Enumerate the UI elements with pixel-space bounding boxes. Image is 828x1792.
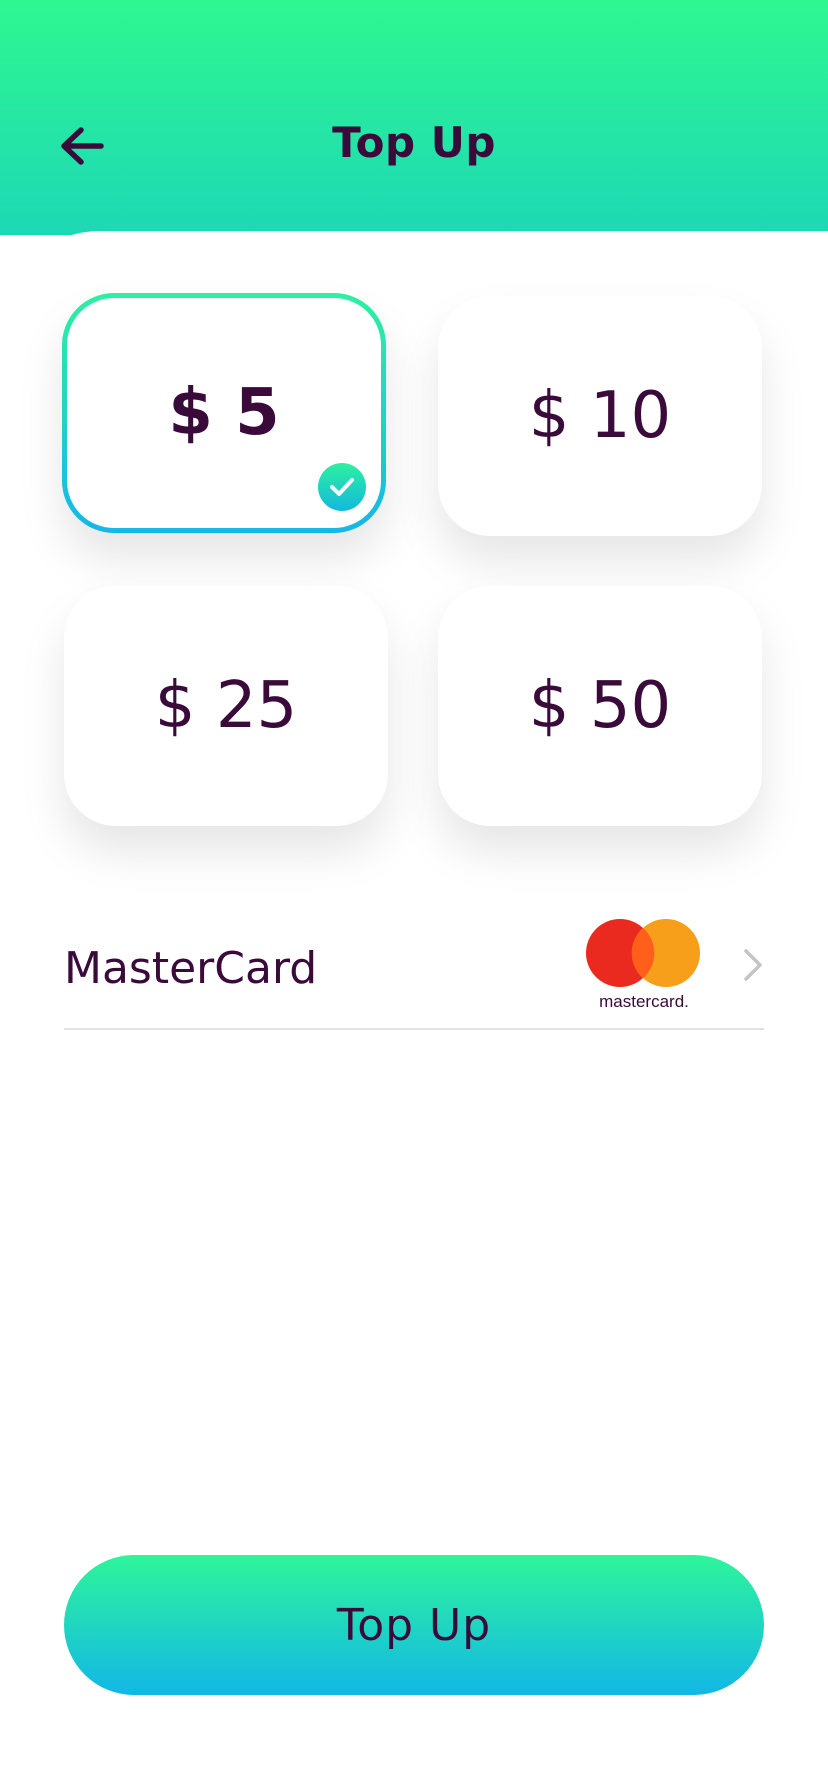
selected-check-badge — [318, 463, 366, 511]
amount-label: $ 10 — [528, 379, 672, 453]
amount-option-5[interactable]: $ 5 — [62, 293, 386, 533]
amount-option-25[interactable]: $ 25 — [64, 586, 388, 826]
payment-method-label: MasterCard — [64, 943, 318, 994]
amount-label: $ 5 — [168, 376, 280, 450]
top-up-button-label: Top Up — [336, 1599, 492, 1651]
mastercard-logo-icon: mastercard. — [586, 919, 700, 1011]
page-title: Top Up — [332, 118, 496, 167]
amount-label: $ 25 — [154, 669, 298, 743]
svg-text:mastercard.: mastercard. — [599, 992, 689, 1011]
chevron-right-icon — [744, 949, 762, 981]
amount-label: $ 50 — [528, 669, 672, 743]
amount-option-10[interactable]: $ 10 — [438, 296, 762, 536]
amount-option-50[interactable]: $ 50 — [438, 586, 762, 826]
payment-method-row[interactable]: MasterCard mastercard. — [64, 905, 764, 1030]
top-up-screen: Top Up $ 5 $ 10 $ 25 $ 50 MasterCard mas… — [0, 0, 828, 1792]
checkmark-icon — [330, 478, 354, 496]
top-up-button[interactable]: Top Up — [64, 1555, 764, 1695]
